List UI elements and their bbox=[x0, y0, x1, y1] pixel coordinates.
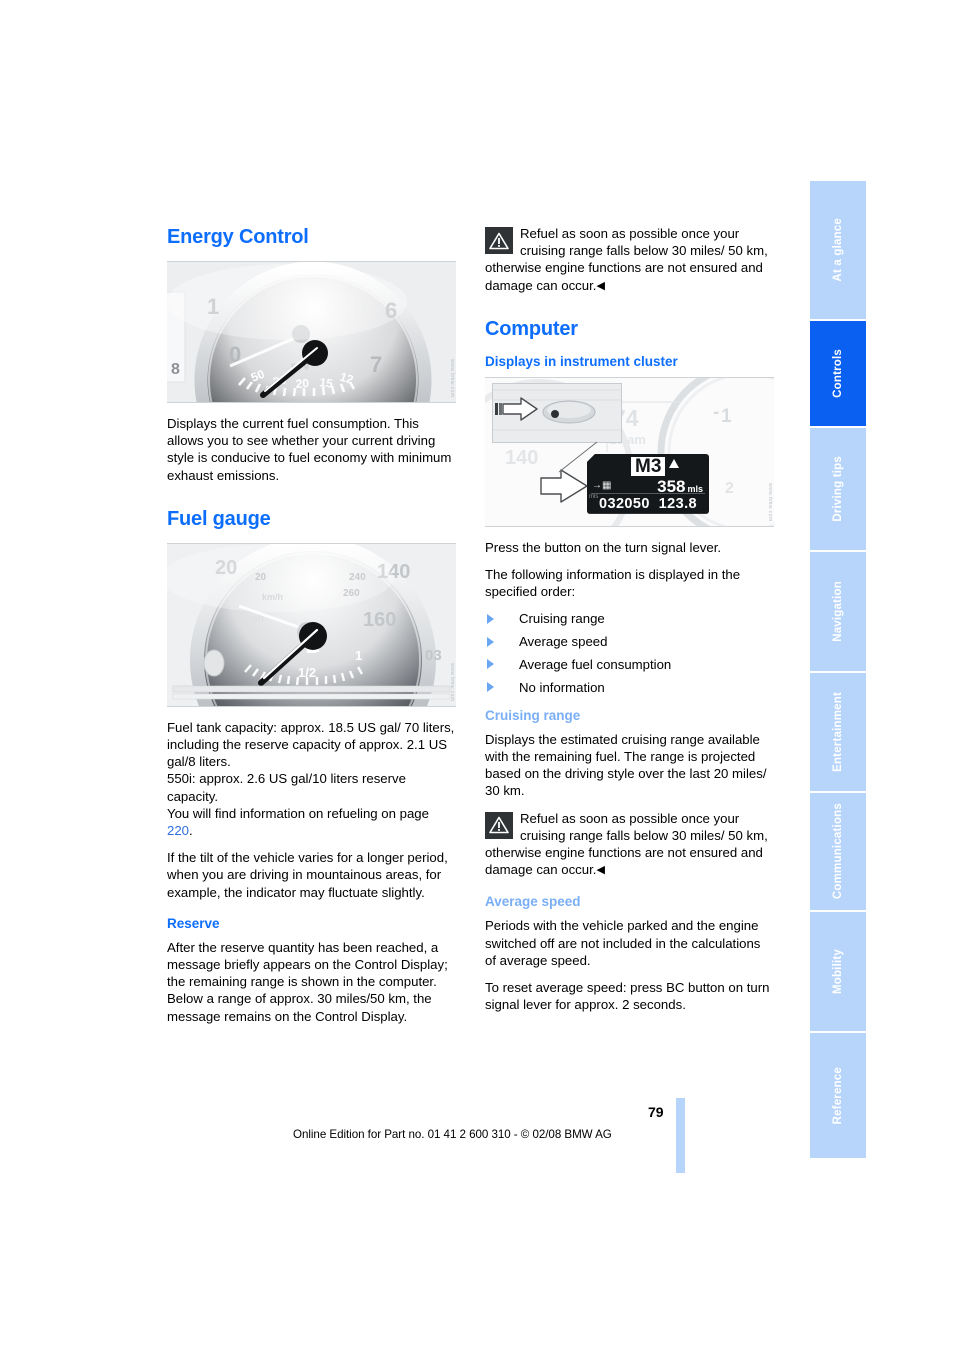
warning-note-text: Refuel as soon as possible once your cru… bbox=[485, 226, 768, 293]
page-number-bar bbox=[676, 1098, 685, 1173]
reserve-paragraph: After the reserve quantity has been reac… bbox=[167, 939, 448, 1024]
svg-text:1: 1 bbox=[721, 406, 732, 427]
sidebar-tab-label: Entertainment bbox=[832, 692, 844, 772]
svg-text:15: 15 bbox=[319, 375, 334, 391]
sidebar-tab-mobility[interactable]: Mobility bbox=[810, 912, 866, 1031]
order-intro-paragraph: The following information is displayed i… bbox=[485, 567, 741, 600]
sidebar-tab-label: Driving tips bbox=[832, 456, 844, 522]
list-item: Average fuel consumption bbox=[485, 656, 774, 673]
energy-control-gauge-art: 8 50 20 15 12 1 0 6 7 bbox=[167, 262, 456, 402]
svg-text:7: 7 bbox=[370, 352, 382, 377]
warning-triangle-glyph bbox=[489, 232, 509, 249]
press-button-paragraph: Press the button on the turn signal leve… bbox=[485, 539, 722, 555]
sidebar-tab-controls[interactable]: Controls bbox=[810, 321, 866, 426]
svg-text:8: 8 bbox=[171, 361, 180, 378]
figure-watermark: www.bmw.com bbox=[449, 663, 455, 702]
fuel-gauge-art: 1/2 1 20 140 160 20 240 260 km/h mph 0 0… bbox=[167, 543, 456, 706]
page-number: 79 bbox=[648, 1104, 664, 1120]
svg-text:1/2: 1/2 bbox=[298, 665, 316, 680]
turn-signal-lever-art bbox=[493, 383, 621, 442]
warning-note-text: Refuel as soon as possible once your cru… bbox=[485, 810, 768, 878]
fuel-reserve-550i-paragraph: 550i: approx. 2.6 US gal/10 liters reser… bbox=[167, 771, 406, 804]
svg-text:-: - bbox=[713, 402, 719, 423]
fuel-capacity-block: Fuel tank capacity: approx. 18.5 US gal/… bbox=[167, 719, 456, 839]
lcd-odometer-row: 032050 123.8 bbox=[599, 495, 697, 512]
warning-note-top: Refuel as soon as possible once your cru… bbox=[485, 225, 774, 295]
figure-watermark: www.bmw.com bbox=[449, 359, 455, 398]
cluster-lcd-readout: M3 →▦ 358 mls mls 032050 123.8 bbox=[587, 453, 709, 514]
section-tab-rail: At a glance Controls Driving tips Naviga… bbox=[810, 181, 866, 1160]
energy-control-figure: 8 50 20 15 12 1 0 6 7 www.bmw.com bbox=[167, 261, 456, 403]
energy-control-paragraph: Displays the current fuel consumption. T… bbox=[167, 416, 452, 483]
sidebar-tab-label: Communications bbox=[832, 803, 844, 900]
instrument-cluster-figure: 1 - 2 74 15 am 140 M3 →▦ 358 mls mls 032… bbox=[485, 376, 774, 527]
average-speed-paragraph-2: To reset average speed: press BC button … bbox=[485, 979, 770, 1013]
note-end-marker: ◀ bbox=[596, 279, 605, 292]
lcd-divider bbox=[591, 492, 705, 494]
page-reference-link[interactable]: 220 bbox=[167, 823, 189, 838]
svg-text:2: 2 bbox=[725, 480, 734, 497]
turn-signal-lever-inset bbox=[492, 382, 622, 443]
triangle-bullet-icon bbox=[487, 636, 494, 647]
tilt-note-paragraph: If the tilt of the vehicle varies for a … bbox=[167, 850, 448, 900]
warning-note-cruising-range: Refuel as soon as possible once your cru… bbox=[485, 810, 774, 880]
subsection-title-displays-in-cluster: Displays in instrument cluster bbox=[485, 353, 678, 369]
sidebar-tab-label: Mobility bbox=[832, 948, 844, 995]
list-item: No information bbox=[485, 679, 774, 696]
fuel-gauge-figure: 1/2 1 20 140 160 20 240 260 km/h mph 0 0… bbox=[167, 542, 456, 707]
warning-triangle-icon bbox=[485, 227, 513, 254]
subsection-title-reserve: Reserve bbox=[167, 915, 220, 931]
sidebar-tab-label: Controls bbox=[832, 349, 844, 398]
computer-display-list: Cruising range Average speed Average fue… bbox=[485, 610, 774, 695]
note-end-marker: ◀ bbox=[596, 864, 605, 877]
sidebar-tab-navigation[interactable]: Navigation bbox=[810, 552, 866, 671]
sidebar-tab-label: Navigation bbox=[832, 581, 844, 642]
refueling-reference-paragraph: You will find information on refueling o… bbox=[167, 805, 429, 839]
section-title-computer: Computer bbox=[485, 317, 578, 340]
page-title-energy-control: Energy Control bbox=[167, 226, 309, 248]
average-speed-paragraph-1: Periods with the vehicle parked and the … bbox=[485, 918, 761, 968]
right-column: Refuel as soon as possible once your cru… bbox=[485, 225, 774, 1023]
sidebar-tab-label: Reference bbox=[832, 1066, 844, 1125]
sidebar-tab-label: At a glance bbox=[832, 218, 844, 282]
sidebar-tab-at-a-glance[interactable]: At a glance bbox=[810, 181, 866, 319]
footer-copyright: Online Edition for Part no. 01 41 2 600 … bbox=[293, 1128, 612, 1141]
warning-triangle-icon bbox=[485, 811, 513, 839]
lcd-cruising-range: 358 mls bbox=[657, 476, 703, 496]
sidebar-tab-reference[interactable]: Reference bbox=[810, 1033, 866, 1158]
triangle-bullet-icon bbox=[487, 613, 494, 624]
svg-text:20: 20 bbox=[295, 376, 310, 391]
svg-text:03: 03 bbox=[425, 647, 442, 664]
svg-text:1: 1 bbox=[355, 648, 362, 663]
triangle-bullet-icon bbox=[487, 659, 494, 670]
list-item: Average speed bbox=[485, 633, 774, 650]
triangle-warning-icon bbox=[669, 458, 679, 468]
triangle-bullet-icon bbox=[487, 682, 494, 693]
warning-triangle-glyph bbox=[489, 816, 509, 834]
sidebar-tab-communications[interactable]: Communications bbox=[810, 793, 866, 910]
sidebar-tab-entertainment[interactable]: Entertainment bbox=[810, 673, 866, 791]
refueling-reference-text: You will find information on refueling o… bbox=[167, 805, 429, 821]
svg-text:160: 160 bbox=[363, 609, 396, 631]
svg-text:140: 140 bbox=[505, 447, 538, 469]
left-column: Energy Control 8 50 20 15 12 1 0 6 7 www… bbox=[167, 225, 456, 1035]
cruising-range-paragraph: Displays the estimated cruising range av… bbox=[485, 731, 767, 799]
fuel-pump-icon: →▦ bbox=[592, 479, 612, 491]
lcd-gear-indicator: M3 bbox=[631, 456, 666, 476]
figure-watermark: www.bmw.com bbox=[767, 483, 773, 522]
manual-page: Energy Control 8 50 20 15 12 1 0 6 7 www… bbox=[0, 0, 954, 1350]
subsection-title-cruising-range: Cruising range bbox=[485, 707, 581, 723]
fuel-capacity-paragraph: Fuel tank capacity: approx. 18.5 US gal/… bbox=[167, 719, 455, 770]
sidebar-tab-driving-tips[interactable]: Driving tips bbox=[810, 428, 866, 550]
subsection-title-average-speed: Average speed bbox=[485, 894, 581, 910]
section-title-fuel-gauge: Fuel gauge bbox=[167, 507, 271, 530]
list-item: Cruising range bbox=[485, 610, 774, 627]
